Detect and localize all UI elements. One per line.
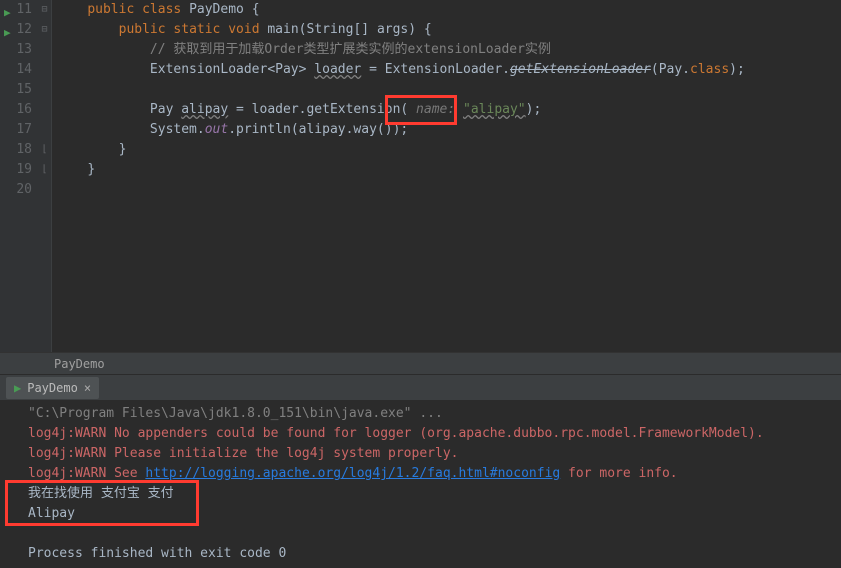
fold-end: ⌊ (38, 140, 51, 160)
line-number: 17 (16, 122, 32, 137)
fold-column: ⊟ ⊟ ⌊ ⌊ (38, 0, 52, 352)
console-line: Process finished with exit code 0 (28, 544, 831, 564)
console-tab-bar: ▶ PayDemo × (0, 374, 841, 400)
console-line: "C:\Program Files\Java\jdk1.8.0_151\bin\… (28, 404, 831, 424)
console-line: log4j:WARN No appenders could be found f… (28, 424, 831, 444)
line-number: 16 (16, 102, 32, 117)
console-line: log4j:WARN See http://logging.apache.org… (28, 464, 831, 484)
tab-run-paydemo[interactable]: ▶ PayDemo × (6, 377, 99, 399)
console-output[interactable]: "C:\Program Files\Java\jdk1.8.0_151\bin\… (0, 400, 841, 568)
breadcrumb-item[interactable]: PayDemo (54, 357, 105, 371)
fold-toggle[interactable]: ⊟ (38, 20, 51, 40)
breadcrumb[interactable]: PayDemo (0, 352, 841, 374)
run-tab-label: PayDemo (27, 381, 78, 395)
line-number: 15 (16, 82, 32, 97)
console-line: 我在找使用 支付宝 支付 (28, 484, 831, 504)
console-link[interactable]: http://logging.apache.org/log4j/1.2/faq.… (145, 466, 560, 481)
editor-area: ▶11 ▶12 13 14 15 16 17 18 19 20 ⊟ ⊟ ⌊ ⌊ … (0, 0, 841, 352)
line-number: 20 (16, 182, 32, 197)
fold-end: ⌊ (38, 160, 51, 180)
code-editor[interactable]: public class PayDemo { public static voi… (52, 0, 841, 352)
close-icon[interactable]: × (84, 381, 91, 395)
line-number: 11 (16, 2, 32, 17)
console-line: log4j:WARN Please initialize the log4j s… (28, 444, 831, 464)
console-line: Alipay (28, 504, 831, 524)
console-line (28, 524, 831, 544)
line-number: 18 (16, 142, 32, 157)
line-number-gutter: ▶11 ▶12 13 14 15 16 17 18 19 20 (0, 0, 38, 352)
line-number: 13 (16, 42, 32, 57)
line-number: 12 (16, 22, 32, 37)
run-tab-icon: ▶ (14, 381, 21, 395)
line-number: 19 (16, 162, 32, 177)
line-number: 14 (16, 62, 32, 77)
fold-toggle[interactable]: ⊟ (38, 0, 51, 20)
